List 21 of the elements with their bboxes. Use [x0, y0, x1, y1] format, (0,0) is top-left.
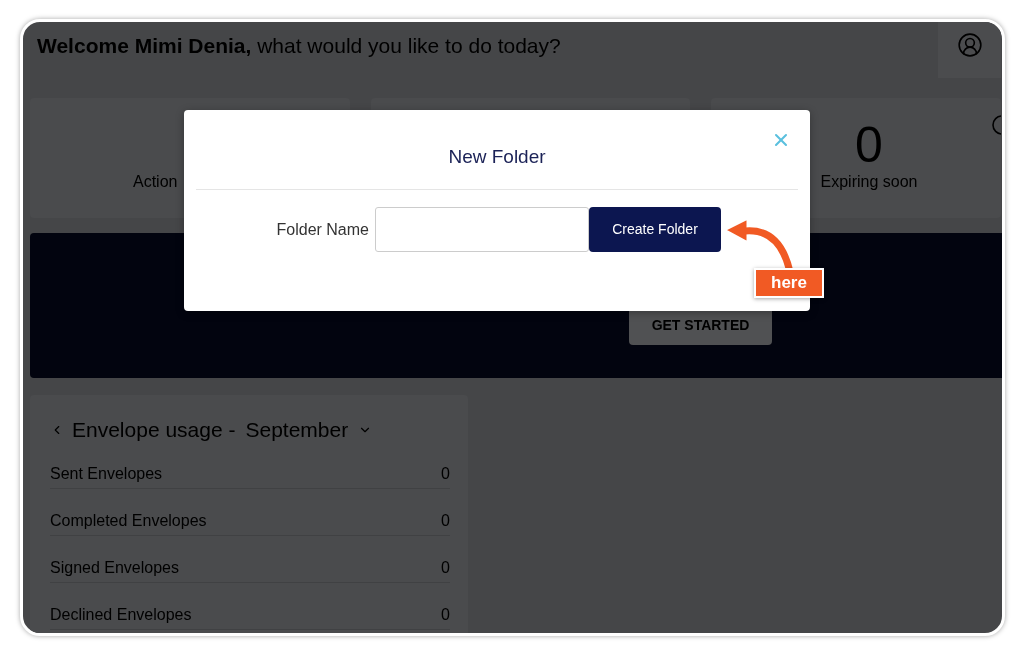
- stat-label: Expiring soon: [820, 172, 918, 192]
- usage-title: Envelope usage -: [72, 418, 236, 442]
- stat-label: Action: [133, 172, 178, 192]
- welcome-heading: Welcome Mimi Denia, what would you like to do today?: [37, 33, 561, 59]
- callout-label: here: [754, 268, 824, 298]
- row-label: Completed Envelopes: [50, 511, 207, 531]
- row-value: 0: [441, 511, 450, 531]
- row-value: 0: [441, 605, 450, 625]
- dialog-title: New Folder: [448, 145, 546, 169]
- field-label: Folder Name: [276, 219, 369, 240]
- user-icon: [956, 32, 983, 58]
- month-dropdown[interactable]: September: [245, 418, 373, 442]
- row-value: 0: [441, 464, 450, 484]
- row-value: 0: [441, 558, 450, 578]
- row-label: Signed Envelopes: [50, 558, 179, 578]
- account-button[interactable]: [938, 22, 1001, 78]
- stat-value: 0: [855, 120, 883, 170]
- row-label: Declined Envelopes: [50, 605, 192, 625]
- row-label: Sent Envelopes: [50, 464, 163, 484]
- create-folder-button[interactable]: Create Folder: [589, 207, 721, 252]
- folder-name-field[interactable]: [375, 207, 589, 252]
